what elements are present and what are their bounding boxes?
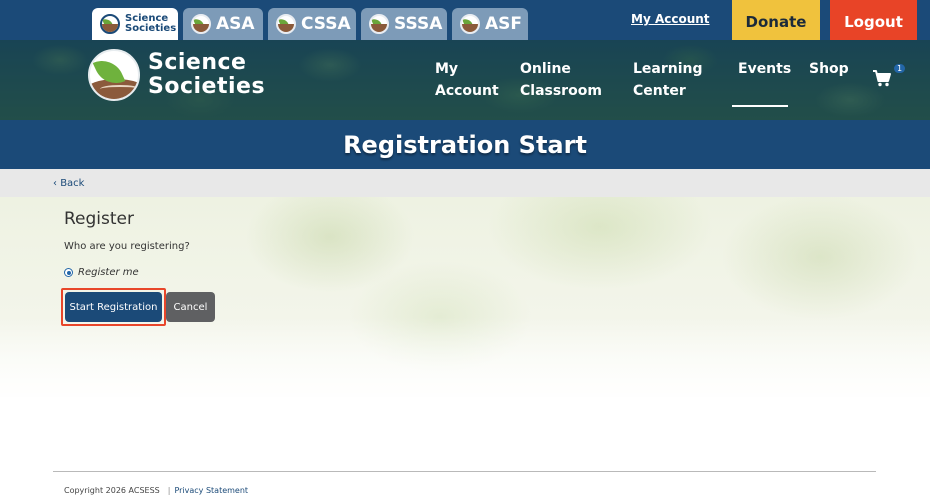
tab-label: SSSA	[394, 14, 443, 34]
my-account-link[interactable]: My Account	[631, 12, 710, 26]
start-registration-button[interactable]: Start Registration	[65, 292, 162, 322]
copyright-text: Copyright 2026 ACSESS	[64, 486, 160, 495]
tab-label-line2: Societies	[125, 23, 177, 34]
nav-events[interactable]: Events	[738, 58, 791, 80]
brand-logo-link[interactable]: Science Societies	[88, 49, 265, 101]
nav-my-account[interactable]: My Account	[435, 58, 499, 102]
asa-logo-icon	[191, 14, 211, 34]
science-societies-logo-icon	[100, 14, 120, 34]
nav-learning-center[interactable]: Learning Center	[633, 58, 703, 102]
register-me-radio[interactable]	[64, 268, 73, 277]
tab-label: ASF	[485, 14, 523, 34]
logout-button[interactable]: Logout	[830, 0, 917, 44]
nav-label-line1: Online	[520, 61, 571, 77]
cssa-logo-icon	[276, 14, 296, 34]
tab-science-societies[interactable]: Science Societies	[92, 8, 178, 40]
tab-asa[interactable]: ASA	[183, 8, 263, 40]
register-me-option[interactable]: Register me	[64, 267, 139, 278]
cart-count-badge: 1	[894, 64, 906, 73]
footer-divider	[53, 471, 876, 472]
donate-button[interactable]: Donate	[732, 0, 820, 44]
nav-label: Events	[738, 61, 792, 77]
nav-label: Shop	[809, 61, 849, 77]
nav-online-classroom[interactable]: Online Classroom	[520, 58, 602, 102]
brand-name-line2: Societies	[148, 74, 266, 99]
tab-sssa[interactable]: SSSA	[361, 8, 447, 40]
main-header: Science Societies My Account Online Clas…	[0, 40, 930, 120]
footer-separator: |	[167, 486, 171, 495]
nav-label-line2: Account	[435, 83, 499, 99]
nav-label-line1: My	[435, 61, 459, 77]
tab-label: ASA	[216, 14, 255, 34]
tab-asf[interactable]: ASF	[452, 8, 528, 40]
tab-label: CSSA	[301, 14, 351, 34]
tab-cssa[interactable]: CSSA	[268, 8, 356, 40]
page-title: Registration Start	[343, 130, 587, 159]
back-label: Back	[60, 178, 85, 189]
asf-logo-icon	[460, 14, 480, 34]
privacy-statement-link[interactable]: Privacy Statement	[174, 486, 248, 495]
cancel-button[interactable]: Cancel	[166, 292, 215, 322]
nav-label-line2: Classroom	[520, 83, 602, 99]
registration-question: Who are you registering?	[64, 241, 190, 252]
nav-label-line2: Center	[633, 83, 686, 99]
back-bar: ‹ Back	[0, 169, 930, 197]
register-heading: Register	[64, 209, 134, 229]
shopping-cart-icon[interactable]	[872, 68, 892, 88]
science-societies-logo-icon	[88, 49, 140, 101]
chevron-left-icon: ‹	[53, 178, 57, 189]
back-link[interactable]: ‹ Back	[53, 178, 84, 189]
register-me-label: Register me	[78, 267, 139, 278]
registration-panel: Register Who are you registering? Regist…	[0, 197, 930, 397]
sssa-logo-icon	[369, 14, 389, 34]
nav-shop[interactable]: Shop	[809, 58, 849, 80]
footer: Copyright 2026 ACSESS | Privacy Statement	[64, 486, 248, 495]
nav-label-line1: Learning	[633, 61, 703, 77]
page-title-band: Registration Start	[0, 120, 930, 169]
brand-name-line1: Science	[148, 50, 247, 75]
nav-active-indicator	[732, 105, 788, 107]
